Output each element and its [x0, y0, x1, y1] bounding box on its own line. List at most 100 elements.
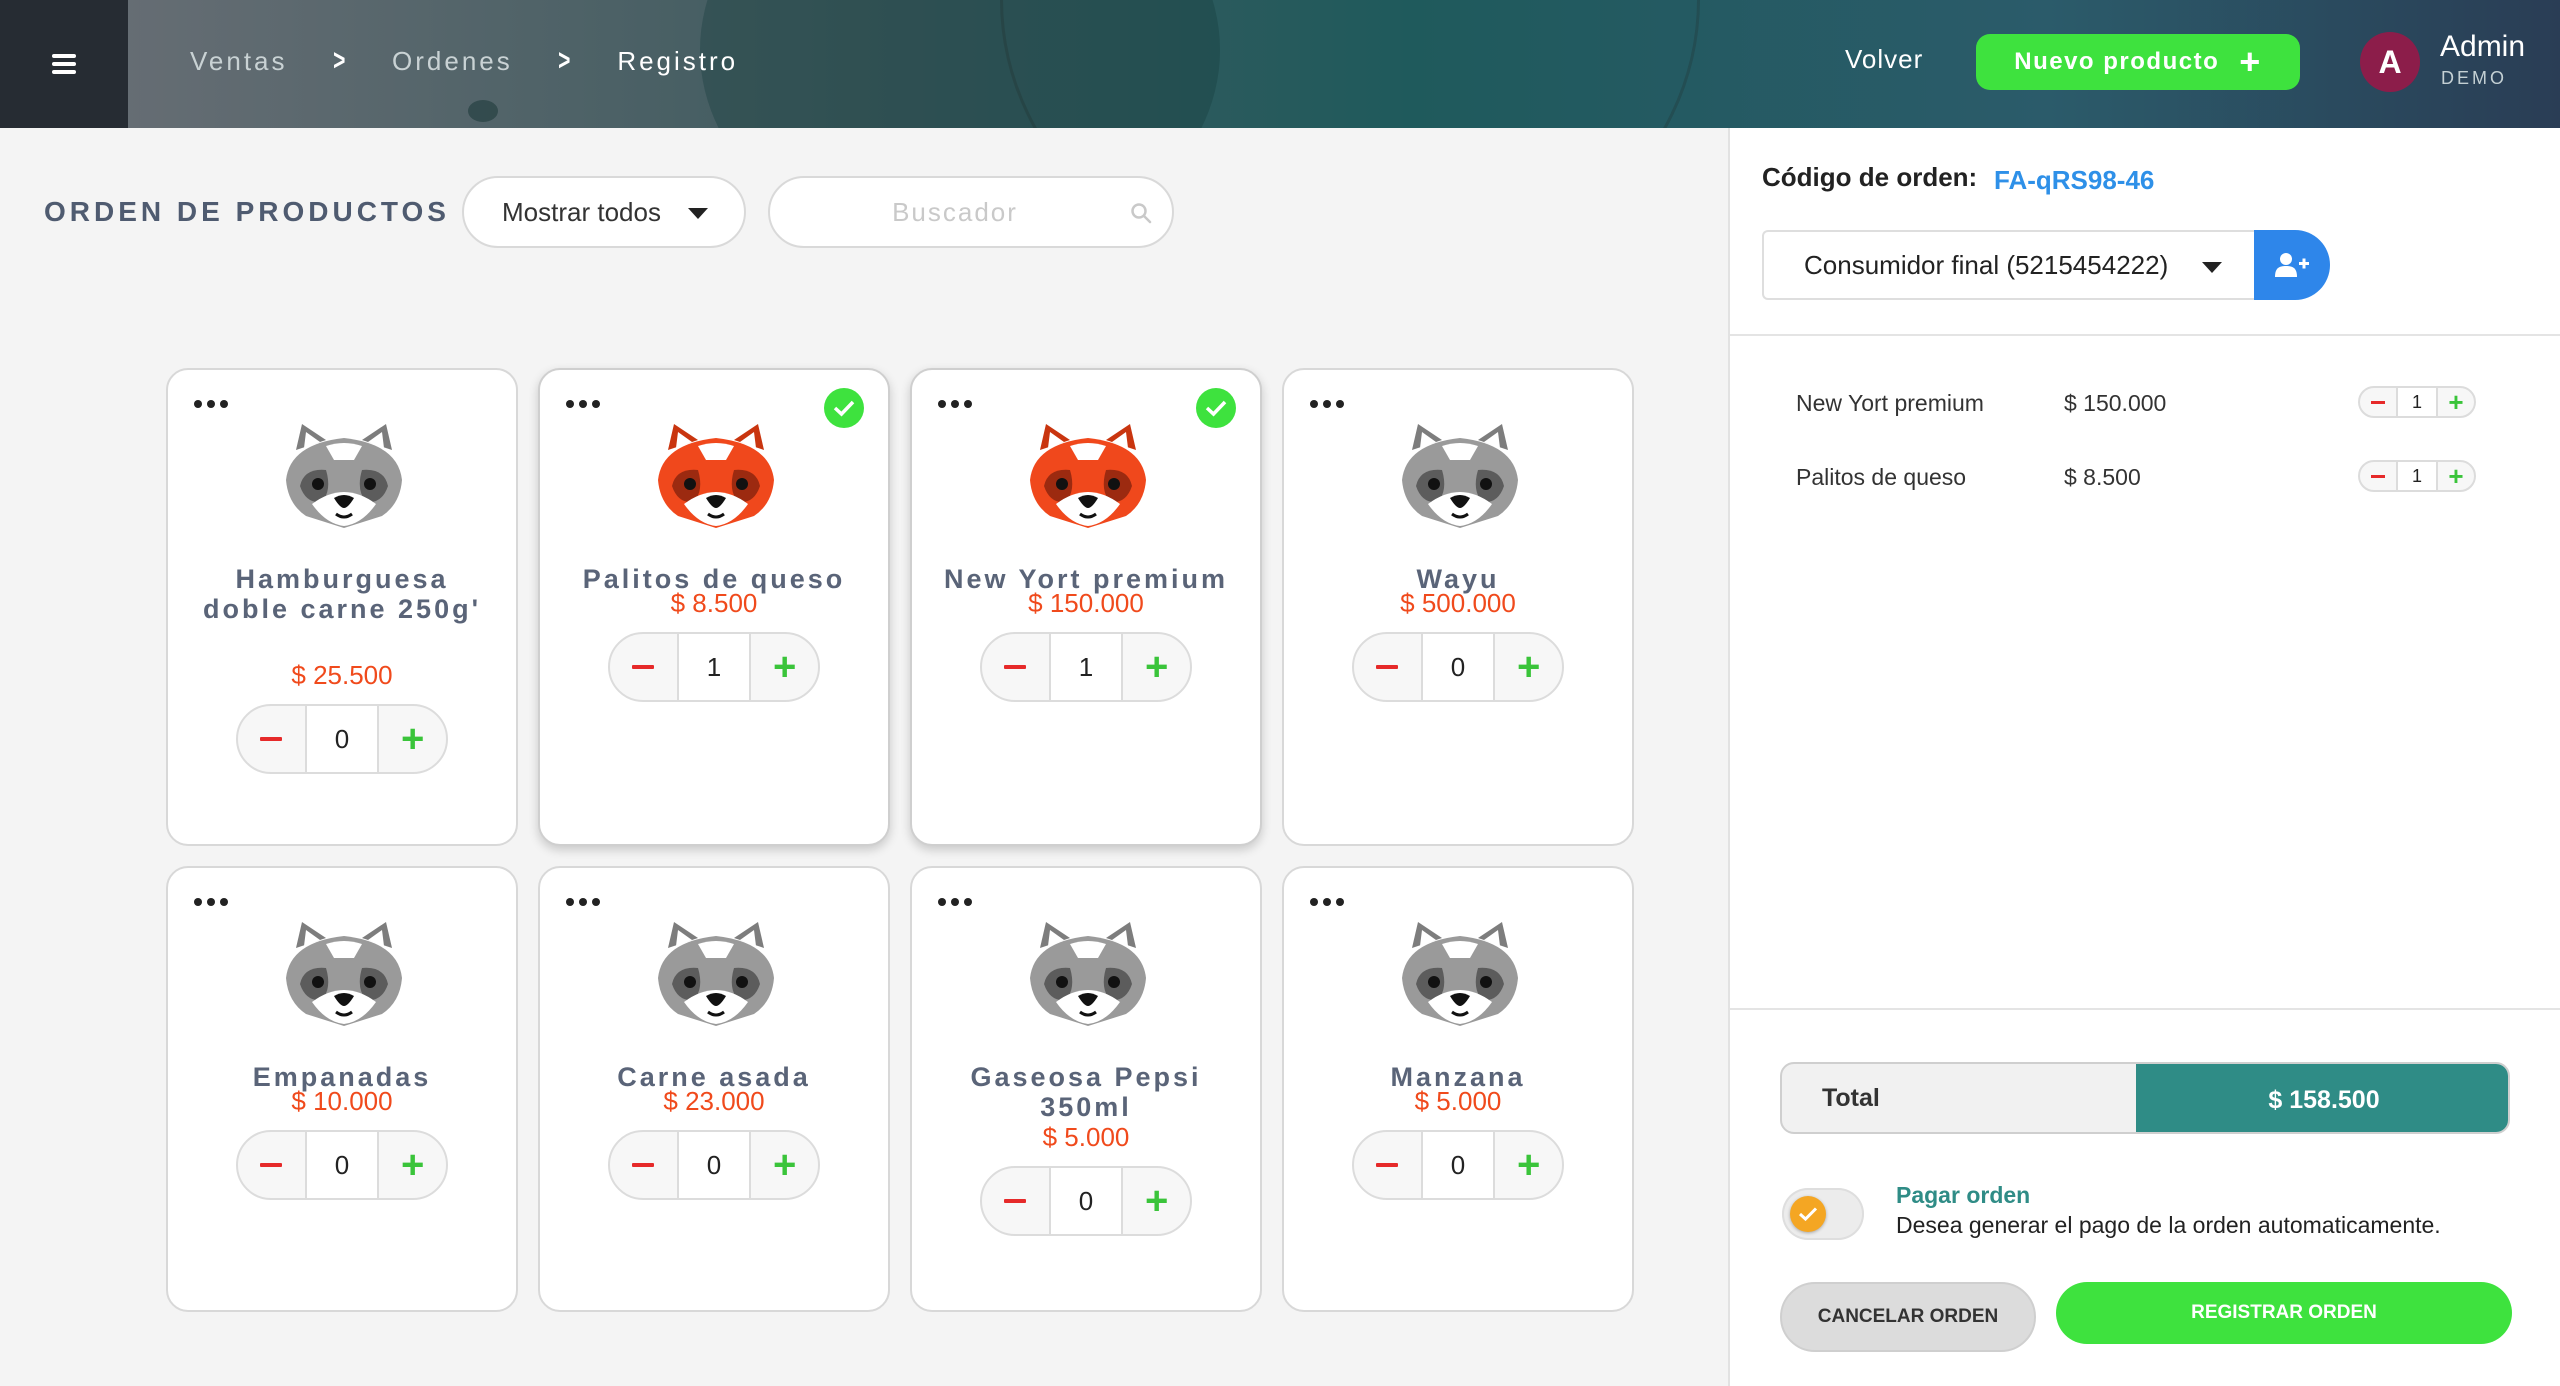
minus-icon [260, 737, 283, 741]
quantity-value[interactable]: 0 [1420, 634, 1496, 700]
increment-button[interactable]: + [1495, 1132, 1562, 1198]
quantity-value[interactable]: 1 [676, 634, 752, 700]
product-card[interactable]: Hamburguesa doble carne 250g' $ 25.500 0… [166, 368, 518, 846]
order-line-stepper: 1 + [2358, 460, 2476, 492]
product-card[interactable]: Wayu $ 500.000 0 + [1282, 368, 1634, 846]
breadcrumb-ventas[interactable]: Ventas [190, 46, 288, 77]
minus-icon [1376, 1163, 1399, 1167]
quantity-value[interactable]: 0 [676, 1132, 752, 1198]
menu-button[interactable] [0, 0, 128, 128]
search-input[interactable] [790, 192, 1120, 232]
more-options-icon[interactable] [566, 898, 600, 908]
product-image [282, 420, 406, 532]
quantity-stepper: 0 + [1352, 632, 1564, 702]
caret-down-icon [2202, 262, 2222, 273]
more-options-icon[interactable] [194, 400, 228, 410]
increment-button[interactable]: + [1495, 634, 1562, 700]
increment-button[interactable]: + [1123, 634, 1190, 700]
product-card[interactable]: Gaseosa Pepsi 350ml $ 5.000 0 + [910, 866, 1262, 1312]
minus-icon [2371, 400, 2385, 404]
product-image [282, 918, 406, 1030]
more-options-icon[interactable] [1310, 898, 1344, 908]
increment-button[interactable]: + [1123, 1168, 1190, 1234]
divider [1730, 1008, 2560, 1010]
new-product-button[interactable]: Nuevo producto + [1976, 34, 2300, 90]
breadcrumb-registro: Registro [617, 45, 739, 76]
order-line-price: $ 8.500 [2064, 464, 2141, 490]
minus-icon [632, 665, 655, 669]
increment-button[interactable]: + [2438, 389, 2474, 415]
order-panel: Código de orden: FA-qRS98-46 Consumidor … [1728, 128, 2560, 1386]
add-client-button[interactable] [2254, 230, 2330, 300]
product-price: $ 500.000 [1400, 588, 1516, 618]
pay-order-toggle[interactable] [1782, 1188, 1864, 1240]
breadcrumb: Ventas > Ordenes > Registro [190, 44, 738, 78]
decrement-button[interactable] [982, 634, 1049, 700]
decrement-button[interactable] [610, 1132, 677, 1198]
quantity-value[interactable]: 0 [1420, 1132, 1496, 1198]
caret-down-icon [688, 208, 708, 219]
search-icon[interactable] [1130, 202, 1152, 224]
quantity-value[interactable]: 0 [304, 706, 380, 772]
increment-button[interactable]: + [751, 634, 818, 700]
product-name: Hamburguesa doble carne 250g' [202, 564, 481, 624]
product-card[interactable]: Carne asada $ 23.000 0 + [538, 866, 890, 1312]
product-card[interactable]: Palitos de queso $ 8.500 1 + [538, 368, 890, 846]
client-dropdown[interactable]: Consumidor final (5215454222) [1762, 230, 2256, 300]
quantity-stepper: 0 + [608, 1130, 820, 1200]
increment-button[interactable]: + [379, 1132, 446, 1198]
avatar[interactable]: A [2360, 32, 2420, 92]
quantity-value[interactable]: 0 [304, 1132, 380, 1198]
more-options-icon[interactable] [938, 400, 972, 410]
breadcrumb-ordenes[interactable]: Ordenes [392, 46, 513, 77]
quantity-value[interactable]: 1 [1048, 634, 1124, 700]
register-order-button[interactable]: REGISTRAR ORDEN [2056, 1282, 2512, 1344]
more-options-icon[interactable] [194, 898, 228, 908]
check-icon [824, 388, 864, 428]
decrement-button[interactable] [982, 1168, 1049, 1234]
product-name: Gaseosa Pepsi 350ml [970, 1062, 1202, 1122]
decrement-button[interactable] [1354, 634, 1421, 700]
pay-order-title: Pagar orden [1896, 1182, 2031, 1208]
back-link[interactable]: Volver [1845, 44, 1923, 75]
product-card[interactable]: Empanadas $ 10.000 0 + [166, 866, 518, 1312]
increment-button[interactable]: + [379, 706, 446, 772]
decrement-button[interactable] [2360, 400, 2396, 404]
user-role: DEMO [2441, 68, 2507, 88]
more-options-icon[interactable] [938, 898, 972, 908]
quantity-stepper: 0 + [1352, 1130, 1564, 1200]
more-options-icon[interactable] [1310, 400, 1344, 410]
increment-button[interactable]: + [751, 1132, 818, 1198]
decrement-button[interactable] [610, 634, 677, 700]
order-code-label: Código de orden: [1762, 162, 1978, 192]
increment-button[interactable]: + [2438, 463, 2474, 489]
quantity-stepper: 0 + [980, 1166, 1192, 1236]
quantity-value[interactable]: 1 [2396, 462, 2438, 490]
quantity-stepper: 0 + [236, 704, 448, 774]
product-image [1026, 918, 1150, 1030]
chevron-right-icon: > [332, 44, 347, 77]
quantity-stepper: 1 + [980, 632, 1192, 702]
hamburger-icon [52, 54, 76, 74]
product-card[interactable]: New Yort premium $ 150.000 1 + [910, 368, 1262, 846]
quantity-value[interactable]: 0 [1048, 1168, 1124, 1234]
search-box [768, 176, 1174, 248]
decrement-button[interactable] [238, 1132, 305, 1198]
filter-dropdown[interactable]: Mostrar todos [462, 176, 746, 248]
more-options-icon[interactable] [566, 400, 600, 410]
quantity-value[interactable]: 1 [2396, 388, 2438, 416]
total-box: Total $ 158.500 [1780, 1062, 2510, 1134]
minus-icon [632, 1163, 655, 1167]
cancel-order-button[interactable]: CANCELAR ORDEN [1780, 1282, 2036, 1352]
minus-icon [1004, 1199, 1027, 1203]
product-image [654, 420, 778, 532]
decrement-button[interactable] [238, 706, 305, 772]
quantity-stepper: 1 + [608, 632, 820, 702]
decrement-button[interactable] [1354, 1132, 1421, 1198]
decrement-button[interactable] [2360, 474, 2396, 478]
minus-icon [1376, 665, 1399, 669]
order-line-stepper: 1 + [2358, 386, 2476, 418]
product-card[interactable]: Manzana $ 5.000 0 + [1282, 866, 1634, 1312]
product-image [1026, 420, 1150, 532]
product-image [654, 918, 778, 1030]
